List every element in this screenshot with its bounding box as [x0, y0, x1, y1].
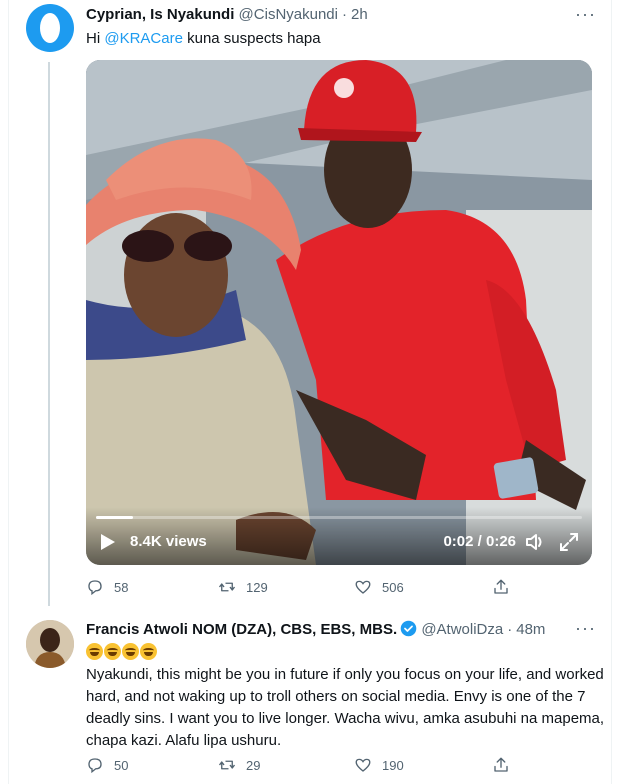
laughing-emoji-icon — [104, 643, 121, 661]
avatar[interactable] — [26, 620, 74, 668]
video-progress-bar[interactable] — [96, 516, 582, 519]
retweet-button[interactable]: 29 — [218, 756, 260, 774]
more-icon[interactable]: ··· — [575, 4, 596, 25]
separator: · — [341, 6, 347, 23]
author-handle[interactable]: @AtwoliDza — [421, 621, 503, 638]
reply-button[interactable]: 58 — [86, 578, 128, 596]
tweet-header: Cyprian, Is Nyakundi @CisNyakundi · 2h — [86, 6, 368, 23]
author-handle[interactable]: @CisNyakundi — [239, 6, 338, 23]
like-icon — [355, 758, 371, 772]
reply-count: 50 — [114, 757, 129, 773]
author-name[interactable]: Francis Atwoli NOM (DZA), CBS, EBS, MBS. — [86, 621, 397, 638]
reply-count: 58 — [114, 579, 129, 595]
like-count: 506 — [382, 579, 404, 595]
laughing-emoji-icon — [86, 643, 103, 661]
tweet-time[interactable]: 2h — [351, 6, 368, 23]
video-frame — [86, 60, 592, 565]
reply-icon — [88, 758, 102, 774]
retweet-button[interactable]: 129 — [218, 578, 268, 596]
author-name[interactable]: Cyprian, Is Nyakundi — [86, 6, 234, 23]
reply-button[interactable]: 50 — [86, 756, 128, 774]
separator: · — [507, 621, 513, 638]
retweet-icon — [218, 582, 236, 592]
more-icon[interactable]: ··· — [575, 618, 596, 639]
retweet-icon — [218, 760, 236, 770]
like-icon — [355, 580, 371, 594]
share-icon — [494, 757, 508, 772]
avatar-image — [40, 13, 60, 43]
like-button[interactable]: 506 — [354, 578, 404, 596]
avatar[interactable] — [26, 4, 74, 52]
thread-connector — [48, 62, 50, 606]
volume-icon[interactable] — [524, 531, 546, 553]
tweet-text-prefix: Hi — [86, 30, 105, 47]
verified-badge-icon — [400, 620, 417, 637]
emoji-row — [86, 643, 158, 661]
tweet-text-suffix: kuna suspects hapa — [182, 30, 321, 47]
video-timecode: 0:02 / 0:26 — [443, 533, 516, 550]
like-button[interactable]: 190 — [354, 756, 404, 774]
video-progress-fill — [96, 516, 134, 519]
retweet-count: 29 — [246, 757, 261, 773]
fullscreen-icon[interactable] — [558, 531, 580, 553]
avatar-image — [26, 620, 74, 668]
reply-icon — [88, 580, 102, 596]
retweet-count: 129 — [246, 579, 268, 595]
mention-link[interactable]: @KRACare — [104, 30, 183, 47]
tweet-header: Francis Atwoli NOM (DZA), CBS, EBS, MBS.… — [86, 620, 545, 638]
tweet-time[interactable]: 48m — [516, 621, 545, 638]
like-count: 190 — [382, 757, 404, 773]
laughing-emoji-icon — [140, 643, 157, 661]
play-icon[interactable] — [100, 533, 116, 551]
laughing-emoji-icon — [122, 643, 139, 661]
share-button[interactable] — [492, 756, 510, 774]
share-icon — [494, 579, 508, 594]
tweet-text: Nyakundi, this might be you in future if… — [86, 666, 605, 749]
share-button[interactable] — [492, 578, 510, 596]
video-player[interactable]: 8.4K views 0:02 / 0:26 — [86, 60, 592, 565]
view-count: 8.4K views — [130, 533, 207, 550]
tweet-text: Hi @KRACare kuna suspects hapa — [86, 30, 321, 47]
